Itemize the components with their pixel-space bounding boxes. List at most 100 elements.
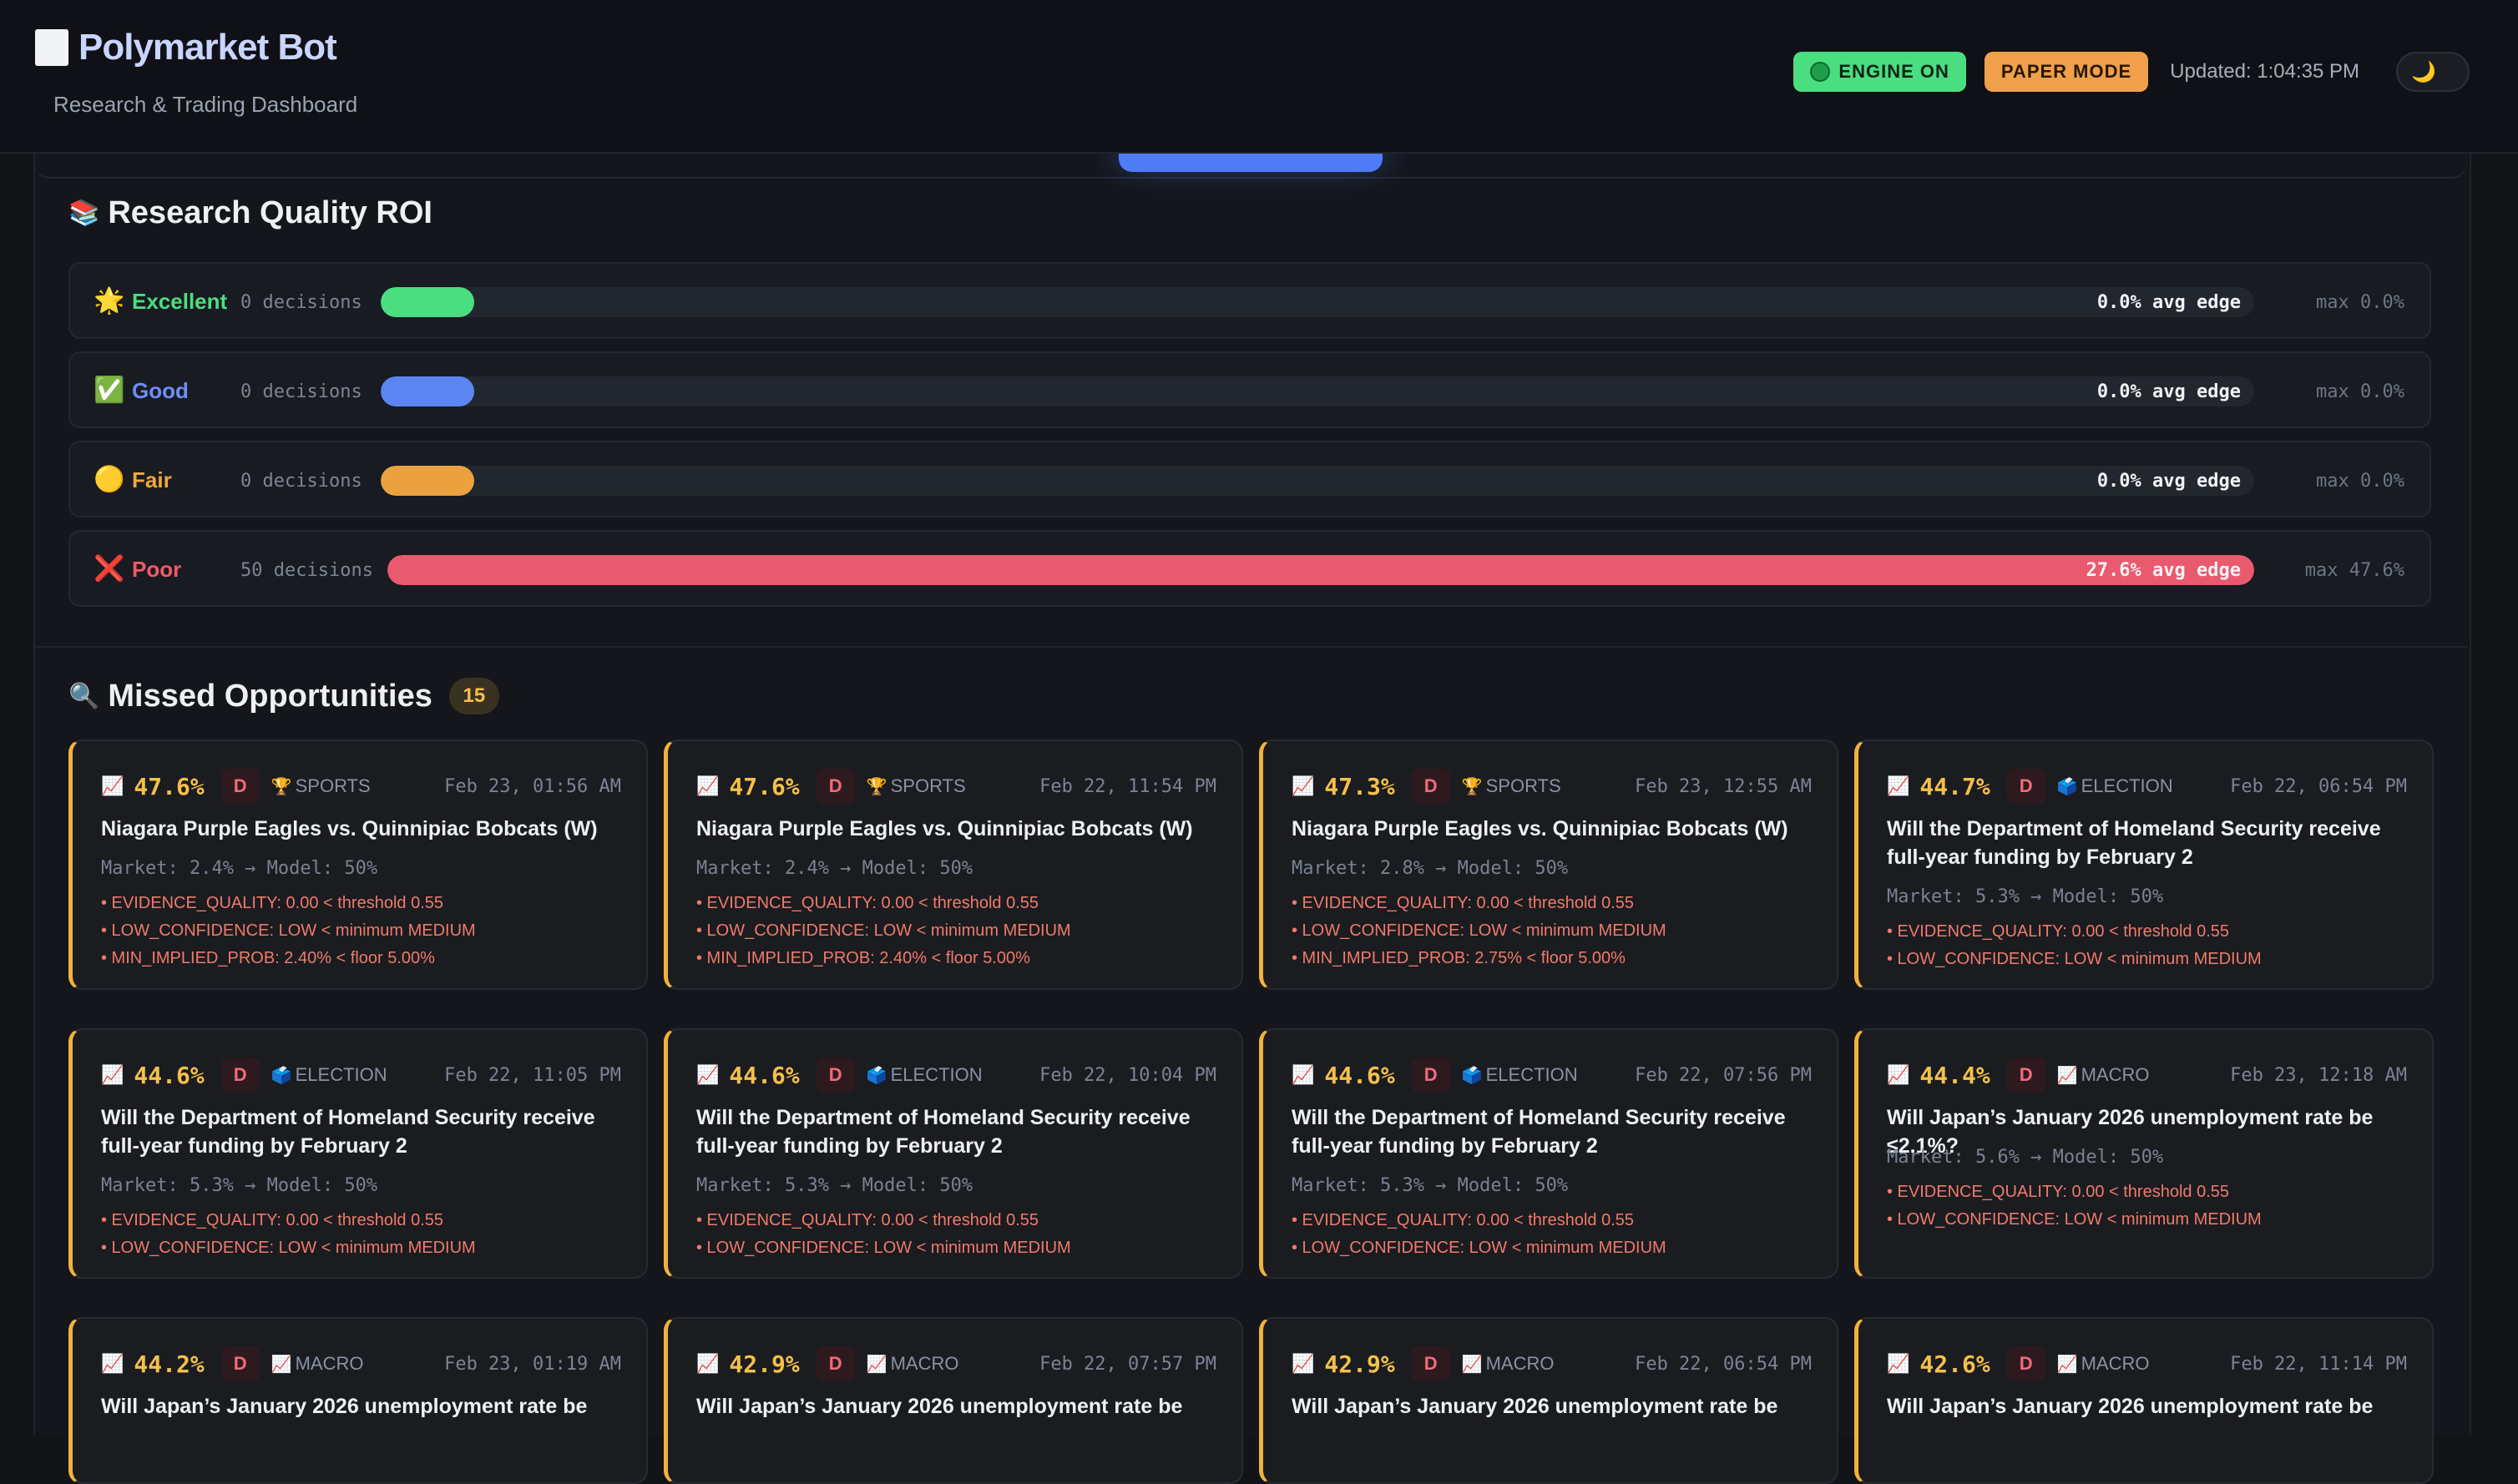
- rejection-reason: • EVIDENCE_QUALITY: 0.00 < threshold 0.5…: [1887, 922, 2229, 941]
- card-timestamp: Feb 22, 07:57 PM: [1039, 1353, 1216, 1375]
- opportunity-card[interactable]: 📈 44.6% D 🗳️ ELECTION Feb 22, 07:56 PM Will th…: [1259, 1028, 1838, 1279]
- market-title: Will Japan’s January 2026 unemployment r…: [696, 1395, 1183, 1418]
- category-tag: 🗳️ ELECTION: [2057, 775, 2173, 797]
- card-timestamp: Feb 22, 11:05 PM: [444, 1064, 621, 1086]
- moon-icon: 🌙: [2411, 60, 2436, 83]
- missed-opportunities-title: 🔍 Missed Opportunities 15: [68, 678, 499, 714]
- trend-chart-icon: 📈: [696, 1353, 720, 1374]
- market-vs-model: Market: 5.3% → Model: 50%: [101, 1175, 378, 1196]
- trend-chart-icon: 📈: [101, 1064, 124, 1085]
- opportunity-card[interactable]: 📈 47.3% D 🏆 SPORTS Feb 23, 12:55 AM Niagara Pu…: [1259, 739, 1838, 990]
- category-icon: 🏆: [1461, 777, 1483, 796]
- market-title: Niagara Purple Eagles vs. Quinnipiac Bob…: [1292, 817, 1788, 840]
- header-status: ENGINE ON PAPER MODE Updated: 1:04:35 PM…: [1793, 52, 2470, 92]
- edge-percent: 42.9%: [1324, 1350, 1395, 1378]
- market-vs-model: Market: 2.4% → Model: 50%: [696, 858, 973, 879]
- grade-badge: D: [1411, 1057, 1450, 1093]
- rejection-reason: • LOW_CONFIDENCE: LOW < minimum MEDIUM: [696, 921, 1071, 940]
- market-title: Will the Department of Homeland Security…: [1292, 1106, 1786, 1158]
- rejection-reason: • LOW_CONFIDENCE: LOW < minimum MEDIUM: [101, 1239, 476, 1257]
- grade-badge: D: [816, 1057, 855, 1093]
- market-vs-model: Market: 2.4% → Model: 50%: [101, 858, 378, 879]
- rejection-reason: • LOW_CONFIDENCE: LOW < minimum MEDIUM: [1887, 950, 2262, 968]
- market-title: Will Japan’s January 2026 unemployment r…: [1887, 1395, 2374, 1418]
- quality-fair-icon: 🟡: [94, 466, 125, 493]
- brand: Polymarket Bot: [35, 27, 337, 68]
- card-header: 📈 42.9% D 📈 MACRO Feb 22, 07:57 PM: [696, 1346, 1216, 1381]
- quality-poor-icon: ❌: [94, 555, 125, 583]
- theme-toggle[interactable]: 🌙: [2396, 52, 2470, 92]
- max-edge-value: max 0.0%: [2316, 471, 2404, 492]
- market-vs-model: Market: 5.6% → Model: 50%: [1887, 1147, 2164, 1168]
- rejection-reason: • MIN_IMPLIED_PROB: 2.75% < floor 5.00%: [1292, 949, 1626, 967]
- grade-badge: D: [220, 769, 260, 804]
- grade-badge: D: [1411, 769, 1450, 804]
- rejection-reason: • LOW_CONFIDENCE: LOW < minimum MEDIUM: [1292, 1239, 1666, 1257]
- category-tag: 📈 MACRO: [867, 1353, 959, 1375]
- category-label: MACRO: [1485, 1353, 1555, 1374]
- category-label: MACRO: [2081, 1353, 2150, 1374]
- opportunity-card[interactable]: 📈 42.9% D 📈 MACRO Feb 22, 06:54 PM Will Japan’…: [1259, 1317, 1838, 1484]
- trend-chart-icon: 📈: [1292, 1064, 1315, 1085]
- edge-bar-fill: [387, 555, 2254, 585]
- quality-row-good: ✅ Good 0 decisions 0.0% avg edge max 0.0%: [68, 351, 2431, 428]
- card-header: 📈 42.9% D 📈 MACRO Feb 22, 06:54 PM: [1292, 1346, 1812, 1381]
- avg-edge-value: 27.6% avg edge: [2086, 560, 2241, 581]
- category-icon: 🗳️: [271, 1066, 292, 1085]
- edge-percent: 44.6%: [1324, 1061, 1395, 1089]
- opportunity-card[interactable]: 📈 44.6% D 🗳️ ELECTION Feb 22, 11:05 PM Will th…: [68, 1028, 648, 1279]
- category-icon: 📈: [2056, 1355, 2078, 1374]
- rejection-reasons: • EVIDENCE_QUALITY: 0.00 < threshold 0.5…: [696, 890, 1225, 972]
- card-header: 📈 44.6% D 🗳️ ELECTION Feb 22, 07:56 PM: [1292, 1057, 1812, 1093]
- market-title: Niagara Purple Eagles vs. Quinnipiac Bob…: [696, 817, 1193, 840]
- edge-percent: 42.6%: [1919, 1350, 1990, 1378]
- opportunity-card[interactable]: 📈 44.2% D 📈 MACRO Feb 23, 01:19 AM Will Japan’…: [68, 1317, 648, 1484]
- engine-status-badge: ENGINE ON: [1793, 52, 1966, 92]
- category-label: ELECTION: [890, 1064, 983, 1085]
- card-header: 📈 47.3% D 🏆 SPORTS Feb 23, 12:55 AM: [1292, 769, 1812, 804]
- avg-edge-value: 0.0% avg edge: [2096, 292, 2241, 313]
- opportunity-card[interactable]: 📈 44.6% D 🗳️ ELECTION Feb 22, 10:04 PM Will th…: [664, 1028, 1243, 1279]
- opportunity-card[interactable]: 📈 44.7% D 🗳️ ELECTION Feb 22, 06:54 PM Will th…: [1854, 739, 2434, 990]
- opportunity-card[interactable]: 📈 47.6% D 🏆 SPORTS Feb 22, 11:54 PM Niagara Pu…: [664, 739, 1243, 990]
- opportunity-card[interactable]: 📈 42.9% D 📈 MACRO Feb 22, 07:57 PM Will Japan’…: [664, 1317, 1243, 1484]
- quality-row-excellent: 🌟 Excellent 0 decisions 0.0% avg edge max 0.…: [68, 262, 2431, 339]
- category-tag: 🏆 SPORTS: [271, 775, 371, 797]
- grade-badge: D: [1411, 1346, 1450, 1381]
- opportunity-card[interactable]: 📈 44.4% D 📈 MACRO Feb 23, 12:18 AM Will Japan’…: [1854, 1028, 2434, 1279]
- market-title: Will the Department of Homeland Security…: [101, 1106, 595, 1158]
- research-quality-title: 📚 Research Quality ROI: [68, 195, 432, 231]
- books-icon: 📚: [68, 199, 100, 227]
- edge-bar-fill: [381, 287, 475, 317]
- card-header: 📈 44.7% D 🗳️ ELECTION Feb 22, 06:54 PM: [1887, 769, 2407, 804]
- rejection-reasons: • EVIDENCE_QUALITY: 0.00 < threshold 0.5…: [101, 890, 630, 972]
- market-title: Will Japan’s January 2026 unemployment r…: [101, 1395, 588, 1418]
- category-tag: 🗳️ ELECTION: [1462, 1064, 1578, 1086]
- rejection-reasons: • EVIDENCE_QUALITY: 0.00 < threshold 0.5…: [1292, 890, 1820, 972]
- grade-badge: D: [220, 1057, 260, 1093]
- edge-bar-track: 0.0% avg edge: [381, 287, 2254, 317]
- card-header: 📈 44.6% D 🗳️ ELECTION Feb 22, 10:04 PM: [696, 1057, 1216, 1093]
- rejection-reason: • EVIDENCE_QUALITY: 0.00 < threshold 0.5…: [1887, 1183, 2229, 1201]
- grade-badge: D: [2006, 1057, 2045, 1093]
- market-vs-model: Market: 5.3% → Model: 50%: [1292, 1175, 1569, 1196]
- edge-percent: 44.6%: [729, 1061, 800, 1089]
- market-title: Will the Department of Homeland Security…: [696, 1106, 1191, 1158]
- category-tag: 🗳️ ELECTION: [867, 1064, 983, 1086]
- category-label: SPORTS: [890, 775, 966, 796]
- opportunity-card[interactable]: 📈 47.6% D 🏆 SPORTS Feb 23, 01:56 AM Niagara Pu…: [68, 739, 648, 990]
- category-icon: 🗳️: [2056, 777, 2078, 796]
- max-edge-value: max 0.0%: [2316, 381, 2404, 402]
- quality-label: Poor: [132, 557, 182, 582]
- category-icon: 📈: [866, 1355, 887, 1374]
- missed-count-badge: 15: [448, 678, 499, 714]
- category-tag: 📈 MACRO: [2057, 1353, 2150, 1375]
- card-header: 📈 42.6% D 📈 MACRO Feb 22, 11:14 PM: [1887, 1346, 2407, 1381]
- opportunity-card[interactable]: 📈 42.6% D 📈 MACRO Feb 22, 11:14 PM Will Japan’…: [1854, 1317, 2434, 1484]
- trend-chart-icon: 📈: [1887, 775, 1910, 796]
- edge-bar-fill: [381, 466, 475, 496]
- rejection-reason: • EVIDENCE_QUALITY: 0.00 < threshold 0.5…: [1292, 1211, 1634, 1229]
- rejection-reason: • EVIDENCE_QUALITY: 0.00 < threshold 0.5…: [101, 1211, 443, 1229]
- decision-count: 50 decisions: [240, 560, 373, 581]
- app-title: Polymarket Bot: [78, 27, 337, 68]
